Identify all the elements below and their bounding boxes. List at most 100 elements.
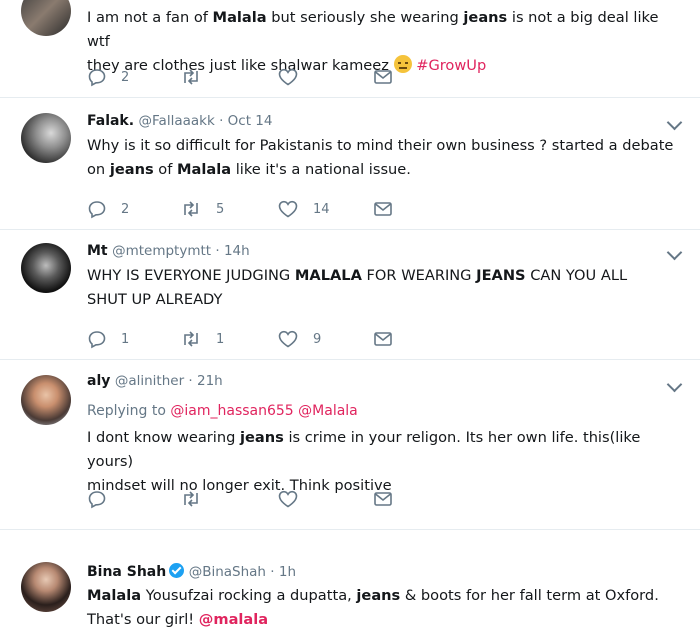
reply-button[interactable]: 2 [87, 199, 129, 219]
chevron-down-icon[interactable] [666, 244, 683, 261]
like-count: 9 [313, 331, 322, 347]
replying-to-label: Replying to [87, 403, 166, 419]
tweet-text-line-1: WHY IS EVERYONE JUDGING MALALA FOR WEARI… [87, 264, 677, 288]
retweet-count: 1 [216, 331, 225, 347]
highlighted-keyword: MALALA [294, 267, 362, 284]
avatar[interactable] [21, 113, 71, 163]
verified-badge-icon [169, 563, 185, 578]
retweet-count: 5 [216, 201, 225, 217]
text-segment: I dont know wearing [87, 429, 241, 446]
reply-icon [88, 69, 106, 87]
highlighted-keyword: jeans [356, 587, 401, 604]
retweet-icon [184, 491, 198, 507]
avatar[interactable] [21, 243, 71, 293]
avatar[interactable] [21, 0, 71, 36]
heart-icon [278, 68, 298, 86]
tweet-header: Mt @mtemptymtt · 14h [87, 243, 250, 259]
direct-message-button[interactable] [373, 329, 393, 349]
text-segment: CAN YOU ALL [525, 267, 628, 284]
display-name[interactable]: aly [87, 373, 110, 389]
heart-icon [278, 330, 298, 348]
display-name[interactable]: Bina Shah [87, 564, 166, 580]
tweet-text: Malala Yousufzai rocking a dupatta, jean… [87, 584, 677, 632]
tweet-time[interactable]: 14h [224, 243, 250, 259]
text-segment: FOR WEARING [361, 267, 477, 284]
highlighted-keyword: Malala [87, 587, 142, 604]
envelope-icon [374, 70, 392, 84]
avatar[interactable] [21, 562, 71, 612]
hashtag-link[interactable]: #GrowUp [416, 57, 486, 74]
text-segment: WHY IS EVERYONE JUDGING [87, 267, 295, 284]
highlighted-keyword: jeans [109, 161, 154, 178]
replying-to: Replying to @iam_hassan655 @Malala [87, 403, 358, 419]
tweet-time[interactable]: Oct 14 [228, 113, 273, 129]
chevron-down-icon[interactable] [666, 114, 683, 131]
highlighted-keyword: jeans [463, 9, 508, 26]
heart-icon [278, 200, 298, 218]
tweet-3: Mt @mtemptymtt · 14h WHY IS EVERYONE JUD… [0, 229, 700, 360]
like-button[interactable]: 9 [277, 329, 321, 349]
user-handle[interactable]: @Fallaaakk [139, 113, 215, 129]
meta-separator: · [211, 243, 224, 259]
envelope-icon [374, 332, 392, 346]
tweet-text-line-1: I am not a fan of Malala but seriously s… [87, 6, 677, 54]
retweet-icon [184, 201, 198, 217]
reply-mentions-link[interactable]: @iam_hassan655 @Malala [170, 403, 357, 419]
user-handle[interactable]: @mtemptymtt [112, 243, 211, 259]
user-handle[interactable]: @BinaShah [189, 564, 266, 580]
text-segment: & boots for her fall term at Oxford. [400, 587, 659, 604]
direct-message-button[interactable] [373, 67, 393, 87]
highlighted-keyword: jeans [240, 429, 284, 446]
reply-count: 1 [121, 331, 130, 347]
text-segment: but seriously she wearing [266, 9, 464, 26]
envelope-icon [374, 492, 392, 506]
tweet-actions: 1 1 9 [87, 329, 417, 349]
display-name[interactable]: Mt [87, 243, 108, 259]
reply-button[interactable]: 1 [87, 329, 129, 349]
user-handle[interactable]: @alinither [115, 373, 184, 389]
text-segment: of [153, 161, 178, 178]
envelope-icon [374, 202, 392, 216]
tweet-text-line-2: SHUT UP ALREADY [87, 291, 223, 308]
tweet-1: I am not a fan of Malala but seriously s… [0, 0, 700, 98]
heart-icon [278, 490, 298, 508]
tweet-text-line-1: I dont know wearing jeans is crime in yo… [87, 426, 677, 474]
tweet-header: Falak. @Fallaaakk · Oct 14 [87, 113, 272, 129]
meta-separator: · [214, 113, 228, 129]
display-name[interactable]: Falak. [87, 113, 134, 129]
text-segment: on [87, 161, 110, 178]
tweet-time[interactable]: 21h [197, 373, 223, 389]
retweet-button[interactable] [180, 489, 202, 509]
tweet-text-line-1: Why is it so difficult for Pakistanis to… [87, 137, 674, 154]
tweet-text: Why is it so difficult for Pakistanis to… [87, 134, 677, 182]
retweet-icon [184, 69, 198, 85]
reply-button[interactable]: 2 [87, 67, 129, 87]
reply-count: 2 [121, 69, 130, 85]
like-button[interactable]: 14 [277, 199, 330, 219]
direct-message-button[interactable] [373, 489, 393, 509]
tweet-text-line-2: on jeans of Malala like it's a national … [87, 158, 677, 182]
like-button[interactable] [277, 67, 299, 87]
text-segment: like it's a national issue. [231, 161, 411, 178]
reply-icon [88, 201, 106, 219]
tweet-time[interactable]: 1h [279, 564, 296, 580]
tweet-actions: 2 [87, 67, 417, 87]
like-count: 14 [313, 201, 330, 217]
retweet-button[interactable] [180, 67, 202, 87]
tweet-2: Falak. @Fallaaakk · Oct 14 Why is it so … [0, 97, 700, 230]
reply-icon [88, 491, 106, 509]
tweet-text: I dont know wearing jeans is crime in yo… [87, 426, 677, 498]
avatar[interactable] [21, 375, 71, 425]
text-segment: I am not a fan of [87, 9, 213, 26]
meta-separator: · [184, 373, 197, 389]
like-button[interactable] [277, 489, 299, 509]
tweet-actions: 2 5 14 [87, 199, 417, 219]
retweet-button[interactable]: 5 [180, 199, 224, 219]
direct-message-button[interactable] [373, 199, 393, 219]
highlighted-keyword: Malala [177, 161, 232, 178]
retweet-button[interactable]: 1 [180, 329, 224, 349]
chevron-down-icon[interactable] [666, 376, 683, 393]
retweet-icon [184, 331, 198, 347]
reply-button[interactable] [87, 489, 107, 509]
mention-link[interactable]: @malala [199, 611, 268, 628]
